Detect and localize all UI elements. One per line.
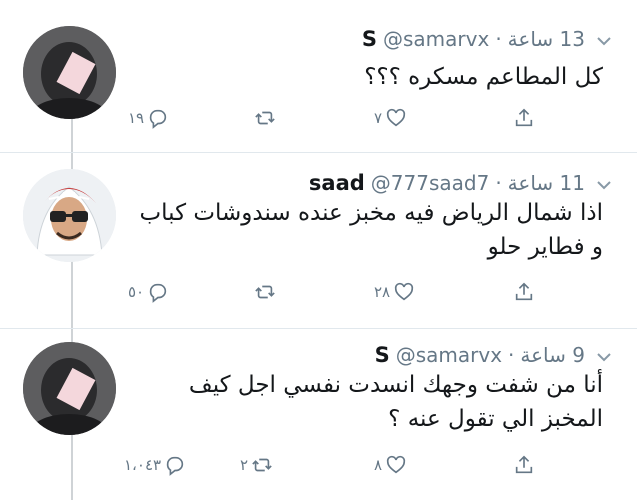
- tweet-text-line: المخبز الي تقول عنه ؟: [388, 406, 603, 432]
- retweet-button[interactable]: ٢: [240, 453, 273, 477]
- retweet-icon: [255, 111, 275, 125]
- tweet-text-line: و فطاير حلو: [487, 234, 603, 260]
- like-button[interactable]: ٨: [374, 453, 407, 477]
- separator-dot: ·: [495, 171, 502, 195]
- reply-button[interactable]: ٥٠: [128, 280, 169, 304]
- tweet-text: كل المطاعم مسكره ؟؟؟: [364, 60, 603, 94]
- handle[interactable]: @samarvx: [396, 343, 502, 367]
- separator-dot: ·: [495, 27, 502, 51]
- tweet-header: S @samarvx · 9 ساعة: [375, 343, 585, 367]
- retweet-count: ٢: [240, 456, 249, 474]
- like-count: ٧: [374, 109, 383, 127]
- separator-dot: ·: [508, 343, 515, 367]
- reply-icon: [149, 283, 167, 303]
- avatar[interactable]: [23, 26, 116, 119]
- reply-button[interactable]: ١٩: [128, 106, 169, 130]
- display-name[interactable]: S: [362, 27, 377, 51]
- handle[interactable]: @samarvx: [383, 27, 489, 51]
- chevron-down-icon[interactable]: [597, 36, 611, 46]
- handle[interactable]: @777saad7: [371, 171, 490, 195]
- avatar[interactable]: [23, 342, 116, 435]
- share-icon: [515, 282, 533, 301]
- like-icon: [386, 108, 406, 127]
- reply-icon: [166, 456, 184, 476]
- reply-count: ١٩: [128, 109, 145, 127]
- like-icon: [386, 455, 406, 474]
- retweet-button[interactable]: [251, 106, 276, 130]
- chevron-down-icon[interactable]: [597, 352, 611, 362]
- share-icon: [515, 108, 533, 127]
- share-button[interactable]: [513, 453, 535, 477]
- chevron-down-icon[interactable]: [597, 180, 611, 190]
- reply-count: ٥٠: [128, 283, 145, 301]
- share-button[interactable]: [513, 106, 535, 130]
- reply-icon: [149, 109, 167, 129]
- tweet-2[interactable]: saad @777saad7 · 11 ساعة اذا شمال الرياض…: [0, 152, 637, 328]
- like-button[interactable]: ٧: [374, 106, 407, 130]
- share-icon: [515, 455, 533, 474]
- retweet-button[interactable]: [251, 280, 276, 304]
- tweet-text-line: اذا شمال الرياض فيه مخبز عنده سندوشات كب…: [139, 200, 603, 226]
- like-count: ٨: [374, 456, 383, 474]
- timestamp[interactable]: 13 ساعة: [508, 27, 585, 51]
- tweet-3[interactable]: S @samarvx · 9 ساعة أنا من شفت وجهك انسد…: [0, 328, 637, 500]
- reply-count: ١،٠٤٣: [124, 456, 162, 474]
- retweet-icon: [255, 285, 275, 299]
- like-icon: [395, 282, 414, 301]
- retweet-icon: [252, 458, 272, 472]
- tweet-1[interactable]: S @samarvx · 13 ساعة كل المطاعم مسكره ؟؟…: [0, 0, 637, 152]
- display-name[interactable]: saad: [309, 171, 365, 195]
- avatar[interactable]: [23, 169, 116, 262]
- like-count: ٢٨: [374, 283, 391, 301]
- reply-button[interactable]: ١،٠٤٣: [124, 453, 186, 477]
- tweet-header: S @samarvx · 13 ساعة: [362, 27, 585, 51]
- timestamp[interactable]: 9 ساعة: [520, 343, 585, 367]
- share-button[interactable]: [513, 280, 535, 304]
- tweet-text: اذا شمال الرياض فيه مخبز عنده سندوشات كب…: [139, 196, 603, 264]
- tweet-text-line: أنا من شفت وجهك انسدت نفسي اجل كيف: [188, 372, 603, 398]
- like-button[interactable]: ٢٨: [374, 280, 415, 304]
- tweet-text: أنا من شفت وجهك انسدت نفسي اجل كيف المخب…: [189, 368, 603, 436]
- display-name[interactable]: S: [375, 343, 390, 367]
- tweet-text-line: كل المطاعم مسكره ؟؟؟: [364, 64, 603, 90]
- timestamp[interactable]: 11 ساعة: [508, 171, 585, 195]
- tweet-header: saad @777saad7 · 11 ساعة: [309, 171, 585, 195]
